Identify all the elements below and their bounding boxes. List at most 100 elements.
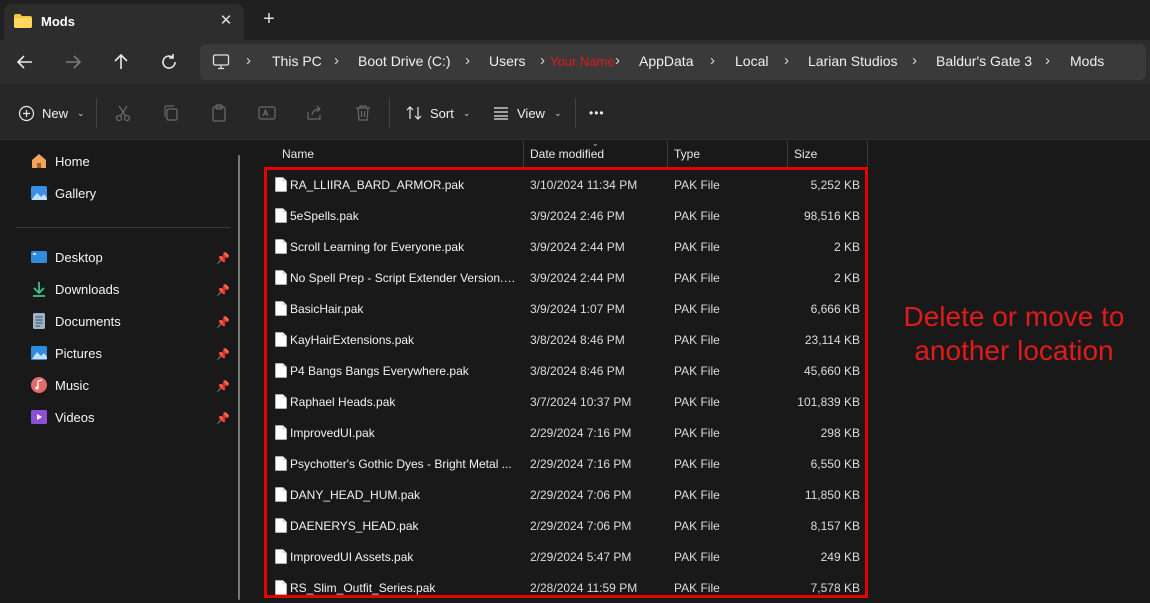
pin-icon[interactable]: 📌 — [216, 412, 230, 426]
chevron-down-icon: ⌄ — [462, 107, 471, 118]
refresh-button[interactable] — [157, 50, 181, 74]
cut-button[interactable] — [112, 102, 134, 124]
pictures-icon — [31, 346, 47, 360]
paste-button[interactable] — [208, 102, 230, 124]
sidebar-item-label: Music — [55, 377, 89, 393]
sort-button[interactable]: Sort ⌄ — [405, 102, 470, 124]
sidebar-item-desktop[interactable]: Desktop — [30, 246, 103, 268]
documents-icon — [33, 313, 45, 329]
pin-icon[interactable]: 📌 — [216, 380, 230, 394]
column-header-name[interactable]: Name — [282, 147, 314, 161]
sidebar-item-label: Gallery — [55, 185, 97, 201]
column-divider[interactable] — [867, 141, 868, 167]
breadcrumb-mods[interactable]: Mods — [1070, 53, 1104, 69]
toolbar-divider — [575, 98, 576, 128]
share-button[interactable] — [304, 102, 326, 124]
sidebar-item-gallery[interactable]: Gallery — [30, 182, 96, 204]
breadcrumb-this-pc[interactable]: This PC — [272, 53, 322, 69]
downloads-icon — [33, 282, 45, 297]
breadcrumb-separator-icon: › — [1045, 52, 1050, 69]
sidebar-item-documents[interactable]: Documents — [30, 310, 121, 332]
copy-button[interactable] — [160, 102, 182, 124]
breadcrumb-baldurs-gate-3[interactable]: Baldur's Gate 3 — [936, 53, 1032, 69]
sidebar-scrollbar[interactable] — [238, 155, 240, 600]
rename-button[interactable] — [256, 102, 278, 124]
tab-mods[interactable]: Mods ✕ — [4, 4, 244, 40]
breadcrumb-local[interactable]: Local — [735, 53, 768, 69]
sidebar-item-label: Documents — [55, 313, 121, 329]
rename-icon — [258, 106, 276, 120]
sidebar-divider — [16, 227, 230, 228]
view-button[interactable]: View ⌄ — [492, 102, 562, 124]
new-button[interactable]: New ⌄ — [18, 102, 85, 124]
refresh-icon — [162, 54, 176, 69]
column-header-type[interactable]: Type — [674, 147, 700, 161]
close-tab-icon[interactable]: ✕ — [217, 12, 235, 30]
column-divider[interactable] — [787, 141, 788, 167]
sidebar-item-downloads[interactable]: Downloads — [30, 278, 119, 300]
column-header-row: ⌄ Name Date modified Type Size — [248, 139, 868, 167]
sidebar-item-label: Desktop — [55, 249, 103, 265]
plus-circle-icon — [18, 105, 35, 121]
new-tab-button[interactable]: + — [258, 8, 280, 30]
breadcrumb-appdata[interactable]: AppData — [639, 53, 693, 69]
breadcrumb-separator-icon: › — [912, 52, 917, 69]
sidebar-item-music[interactable]: Music — [30, 374, 89, 396]
breadcrumb-larian-studios[interactable]: Larian Studios — [808, 53, 898, 69]
annotation-text: Delete or move to another location — [880, 300, 1148, 368]
sidebar-item-label: Pictures — [55, 345, 102, 361]
pin-icon[interactable]: 📌 — [216, 252, 230, 266]
up-button[interactable] — [109, 50, 133, 74]
chevron-down-icon: ⌄ — [77, 107, 85, 118]
breadcrumb-separator-icon: › — [710, 52, 715, 69]
breadcrumb-users[interactable]: Users — [489, 53, 526, 69]
breadcrumb-separator-icon: › — [465, 52, 470, 69]
annotation-highlight-box — [264, 167, 868, 598]
breadcrumb-separator-icon: › — [540, 52, 545, 69]
sidebar-item-label: Videos — [55, 409, 95, 425]
sidebar-item-label: Downloads — [55, 281, 120, 297]
more-options-icon: ••• — [589, 106, 605, 120]
breadcrumb-separator-icon: › — [615, 52, 620, 69]
command-bar: New ⌄ Sort ⌄ View ⌄ ••• — [0, 84, 1150, 140]
sidebar-item-videos[interactable]: Videos — [30, 406, 95, 428]
toolbar-divider — [389, 98, 390, 128]
column-header-date-modified[interactable]: Date modified — [530, 147, 604, 161]
breadcrumb-separator-icon: › — [246, 52, 251, 69]
pin-icon[interactable]: 📌 — [216, 284, 230, 298]
music-icon — [31, 377, 47, 393]
videos-icon — [31, 410, 47, 424]
pin-icon[interactable]: 📌 — [216, 348, 230, 362]
toolbar-divider — [96, 98, 97, 128]
sidebar-item-label: Home — [55, 153, 90, 169]
more-options-button[interactable]: ••• — [589, 102, 605, 124]
column-divider[interactable] — [667, 141, 668, 167]
view-label: View — [517, 105, 545, 121]
navigation-pane: Home Gallery Desktop 📌 Downloads 📌 Docum… — [0, 141, 246, 600]
breadcrumb-boot-drive[interactable]: Boot Drive (C:) — [358, 53, 451, 69]
desktop-icon — [31, 251, 47, 263]
breadcrumb-user-name[interactable]: Your Name — [550, 54, 615, 69]
folder-icon — [14, 14, 32, 28]
sidebar-item-home[interactable]: Home — [30, 150, 90, 172]
arrow-right-icon — [66, 55, 82, 69]
this-pc-icon — [212, 54, 230, 70]
copy-icon — [164, 105, 178, 121]
arrow-left-icon — [16, 55, 32, 69]
forward-button[interactable] — [61, 50, 85, 74]
arrow-up-icon — [114, 53, 128, 69]
address-bar[interactable]: › This PC › Boot Drive (C:) › Users › Yo… — [200, 44, 1146, 80]
breadcrumb-separator-icon: › — [334, 52, 339, 69]
sidebar-item-pictures[interactable]: Pictures — [30, 342, 102, 364]
share-icon — [307, 105, 321, 120]
home-icon — [32, 154, 46, 168]
delete-button[interactable] — [352, 102, 374, 124]
tab-title: Mods — [41, 14, 75, 29]
pin-icon[interactable]: 📌 — [216, 316, 230, 330]
column-divider[interactable] — [523, 141, 524, 167]
back-button[interactable] — [13, 50, 37, 74]
column-header-size[interactable]: Size — [794, 147, 817, 161]
sort-icon — [406, 106, 422, 120]
scissors-icon — [115, 105, 131, 122]
chevron-down-icon: ⌄ — [553, 107, 562, 118]
